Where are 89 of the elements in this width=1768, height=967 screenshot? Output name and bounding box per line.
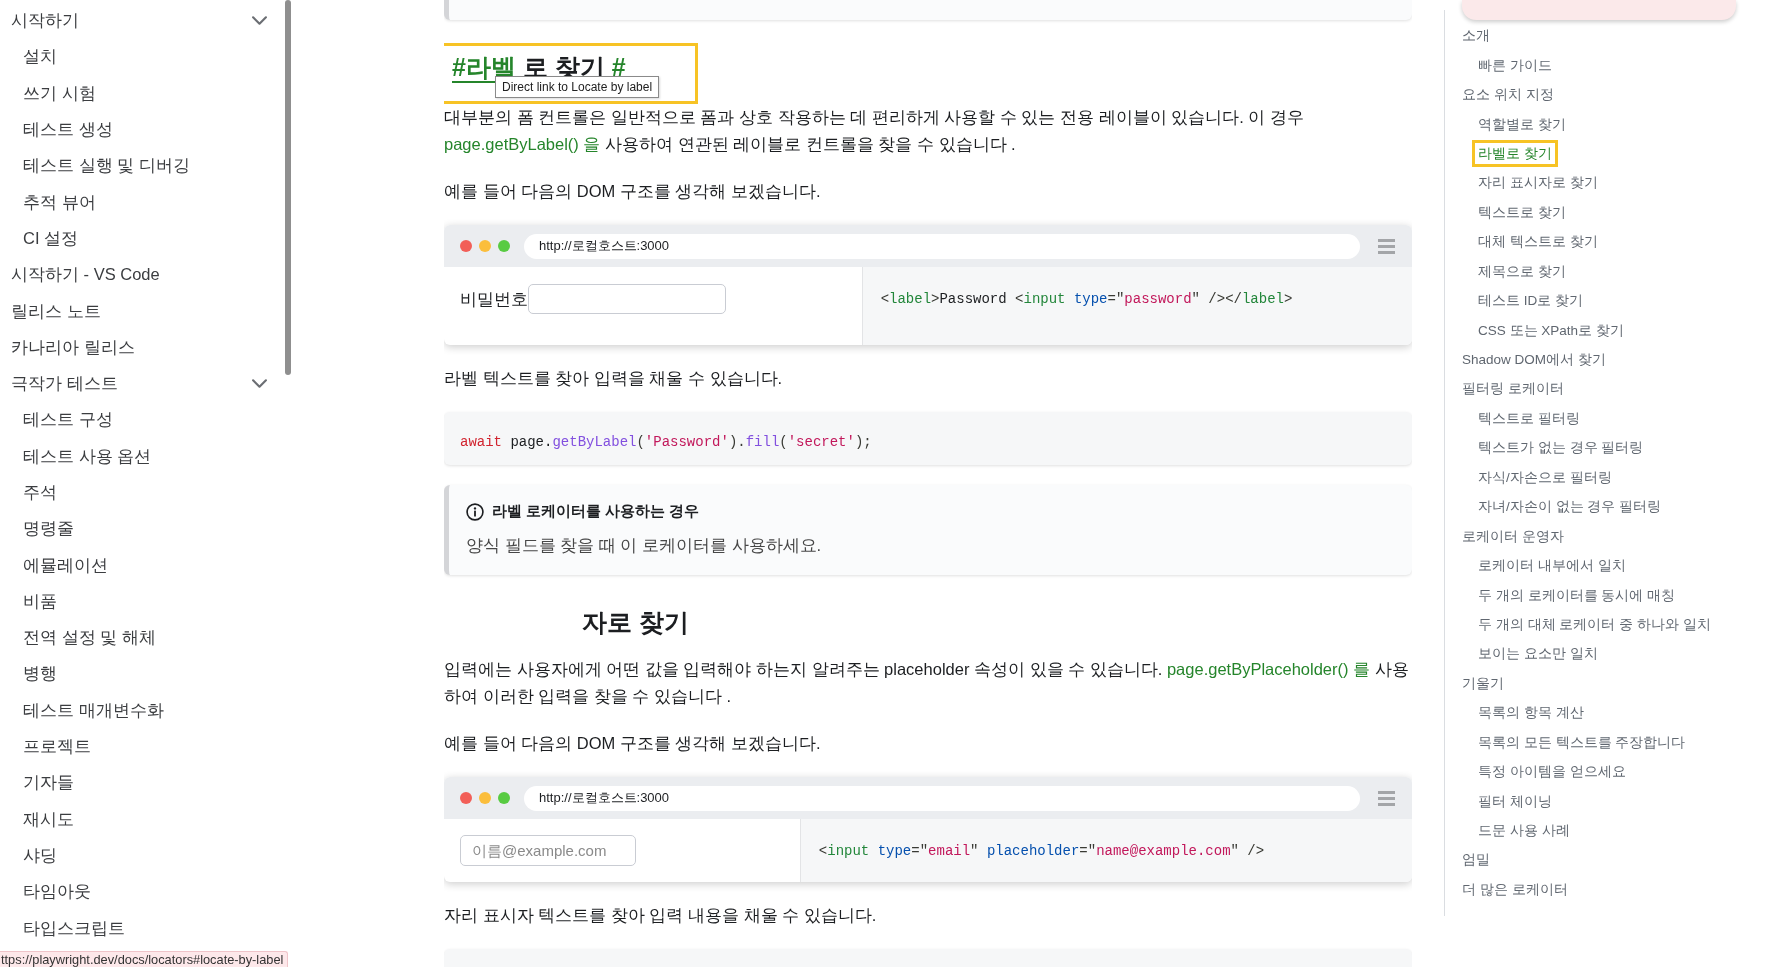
toc-link[interactable]: 라벨로 찾기 [1472, 139, 1558, 167]
scrollbar-thumb[interactable] [285, 0, 291, 375]
sidebar-item[interactable]: 비품 [23, 589, 57, 612]
doc-link[interactable]: page.getByPlaceholder() 를 [1166, 660, 1371, 678]
sidebar-item[interactable]: CI 설정 [23, 226, 79, 249]
code-line: <input type="email" placeholder="name@example.com" /> [818, 843, 1265, 859]
sidebar-item[interactable]: 테스트 생성 [23, 118, 113, 141]
toc-link[interactable]: 목록의 항목 계산 [1478, 704, 1584, 722]
section-heading: 자로 찾기 [581, 607, 690, 638]
sidebar-item[interactable]: 에뮬레이션 [23, 553, 108, 576]
toc-link[interactable]: 두 개의 로케이터를 동시에 매칭 [1478, 586, 1675, 604]
info-icon [466, 503, 484, 521]
toc-link[interactable]: 자식/자손으로 필터링 [1478, 468, 1612, 486]
doc-link[interactable]: page.getByLabel() 을 [444, 135, 601, 153]
toc-link[interactable]: 로케이터 운영자 [1462, 527, 1564, 545]
paragraph: 입력에는 사용자에게 어떤 값을 입력해야 하는지 알려주는 placeholder 속성이 있을 수 있습니다. page.getByPlaceholder() 를 사용하여 이러한 입력을 찾을 수 있습니다 . [444, 659, 1410, 707]
toc-link[interactable]: 대체 텍스트로 찾기 [1478, 233, 1598, 251]
admonition-title: 라벨 로케이터를 사용하는 경우 [492, 502, 700, 522]
toc-link[interactable]: 보이는 요소만 일치 [1478, 645, 1598, 663]
admonition-text: 양식 필드를 찾을 때 이 로케이터를 사용하세요. [466, 535, 823, 556]
sidebar-item[interactable]: 쓰기 시험 [23, 81, 96, 104]
toc-link[interactable]: CSS 또는 XPath로 찾기 [1478, 321, 1624, 339]
url-field: http://로컬호스트:3000 [524, 233, 1360, 259]
sidebar-item[interactable]: 전역 설정 및 해체 [23, 626, 156, 649]
toc-link[interactable]: 두 개의 대체 로케이터 중 하나와 일치 [1478, 615, 1711, 633]
sidebar-item[interactable]: 샤딩 [23, 843, 57, 866]
window-dot-icon [479, 240, 491, 252]
toc-link[interactable]: 자녀/자손이 없는 경우 필터링 [1478, 498, 1661, 516]
field-label: 비밀번호 [460, 289, 528, 310]
input-field[interactable] [528, 284, 726, 314]
sidebar-item[interactable]: 병행 [23, 662, 57, 685]
code-line: <label>Password <input type="password" /></label> [880, 291, 1293, 307]
toc-link[interactable]: 필터링 로케이터 [1462, 380, 1564, 398]
toc-link[interactable]: 기울기 [1462, 674, 1504, 692]
menu-icon [1378, 790, 1395, 806]
sidebar-item[interactable]: 기자들 [23, 771, 74, 794]
sidebar-item[interactable]: 재시도 [23, 807, 74, 830]
sidebar-item[interactable]: 테스트 매개변수화 [23, 698, 164, 721]
toc-link[interactable]: 더 많은 로케이터 [1462, 880, 1568, 898]
toc-link[interactable]: 텍스트가 없는 경우 필터링 [1478, 439, 1644, 457]
paragraph: 라벨 텍스트를 찾아 입력을 채울 수 있습니다. [444, 368, 784, 389]
sidebar-item[interactable]: 추적 뷰어 [23, 190, 96, 213]
sidebar-item[interactable]: 설치 [23, 45, 57, 68]
sidebar-item[interactable]: 주석 [23, 481, 57, 503]
sidebar-item[interactable]: 프로젝트 [23, 735, 91, 758]
sidebar-item[interactable]: 릴리스 노트 [11, 299, 101, 322]
paragraph: 자리 표시자 텍스트를 찾아 입력 내용을 채울 수 있습니다. [444, 905, 878, 926]
sidebar-item[interactable]: 명령줄 [23, 517, 74, 540]
paragraph: 대부분의 폼 컨트롤은 일반적으로 폼과 상호 작용하는 데 편리하게 사용할 수 있는 전용 레이블이 있습니다. 이 경우 page.getByLabel() 을 사용하여 연관된 레이블로 컨트롤을 찾을 수 있습니다 . [444, 107, 1305, 155]
toc-link[interactable]: 제목으로 찾기 [1478, 262, 1566, 280]
sidebar-item[interactable]: 타입스크립트 [23, 916, 125, 939]
toc-link[interactable]: 자리 표시자로 찾기 [1478, 174, 1598, 192]
chevron-down-icon[interactable] [252, 378, 267, 388]
window-dot-icon [498, 240, 510, 252]
toc-link[interactable]: 목록의 모든 텍스트를 주장합니다 [1478, 733, 1686, 751]
window-dot-icon [460, 240, 472, 252]
toc-link[interactable]: 엄밀 [1462, 851, 1490, 869]
paragraph: 예를 들어 다음의 DOM 구조를 생각해 보겠습니다. [444, 181, 822, 202]
tooltip: Direct link to Locate by label [495, 76, 660, 98]
window-dot-icon [460, 792, 472, 804]
input-field[interactable]: 이름@example.com [460, 835, 636, 866]
sidebar-item[interactable]: 시작하기 - VS Code [11, 263, 160, 286]
toc-link[interactable]: 드문 사용 사례 [1478, 822, 1570, 840]
toc-link[interactable]: 텍스트로 찾기 [1478, 203, 1566, 221]
toc-link[interactable]: 빠른 가이드 [1478, 56, 1552, 74]
sidebar-item[interactable]: 극작가 테스트 [11, 372, 118, 395]
sidebar-item[interactable]: 테스트 구성 [23, 408, 113, 431]
sidebar-item[interactable]: 카나리아 릴리스 [11, 335, 135, 358]
toc-link[interactable]: 소개 [1462, 27, 1490, 45]
sidebar-item[interactable]: 타임아웃 [23, 880, 91, 903]
sidebar-item[interactable]: 시작하기 [11, 9, 79, 32]
code-line: await page.getByLabel('Password').fill('secret'); [460, 433, 872, 450]
window-dot-icon [479, 792, 491, 804]
toc-link[interactable]: Shadow DOM에서 찾기 [1462, 351, 1606, 369]
chevron-down-icon[interactable] [252, 15, 267, 25]
menu-icon [1378, 238, 1395, 254]
toc-link[interactable]: 텍스트로 필터링 [1478, 409, 1580, 427]
toc-link[interactable]: 역할별로 찾기 [1478, 115, 1566, 133]
toc-link[interactable]: 로케이터 내부에서 일치 [1478, 557, 1626, 575]
toc-link[interactable]: 필터 체이닝 [1478, 792, 1552, 810]
paragraph: 예를 들어 다음의 DOM 구조를 생각해 보겠습니다. [444, 733, 822, 754]
toc-link[interactable]: 특정 아이템을 얻으세요 [1478, 763, 1626, 781]
toc-link[interactable]: 테스트 ID로 찾기 [1478, 292, 1583, 310]
url-field: http://로컬호스트:3000 [524, 785, 1360, 811]
sidebar-item[interactable]: 테스트 실행 및 디버깅 [23, 154, 190, 177]
toc-link[interactable]: 요소 위치 지정 [1462, 86, 1554, 104]
window-dot-icon [498, 792, 510, 804]
sidebar-item[interactable]: 테스트 사용 옵션 [23, 444, 152, 467]
status-url: ttps://playwright.dev/docs/locators#locate-by-label [0, 951, 289, 967]
